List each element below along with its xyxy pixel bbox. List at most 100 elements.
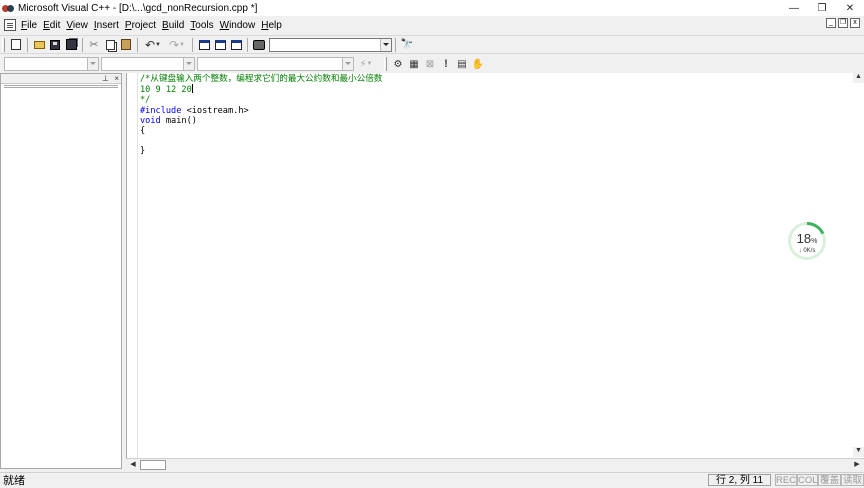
- code-line: ​: [140, 136, 382, 146]
- status-bar: 就绪 行 2, 列 11 REC COL 覆盖 读取: [0, 472, 864, 487]
- menu-file[interactable]: File: [18, 20, 40, 31]
- menu-view[interactable]: View: [63, 20, 91, 31]
- hand-icon: ✋: [471, 58, 485, 70]
- code-text-span: }: [140, 146, 146, 157]
- menu-build[interactable]: Build: [159, 20, 187, 31]
- chevron-down-icon[interactable]: [342, 58, 353, 70]
- toolbar-separator: [137, 37, 138, 52]
- copy-button[interactable]: [103, 38, 117, 52]
- code-line: */: [140, 95, 382, 105]
- workspace-toggle-button[interactable]: [197, 38, 211, 52]
- workspace-grip[interactable]: [4, 85, 118, 88]
- compile-button[interactable]: ⚙: [391, 57, 405, 71]
- stop-build-button[interactable]: ⊠: [423, 57, 437, 71]
- doc-minimize-button[interactable]: _: [826, 18, 836, 28]
- menu-window[interactable]: Window: [217, 20, 259, 31]
- menu-insert[interactable]: Insert: [91, 20, 122, 31]
- members-combo[interactable]: [197, 57, 354, 71]
- code-text-span: main(): [160, 115, 197, 126]
- wand-icon: ⚡: [359, 58, 367, 70]
- keyword-text: void: [140, 115, 161, 126]
- find-combo[interactable]: [269, 37, 392, 52]
- close-icon[interactable]: ×: [114, 74, 119, 83]
- undo-icon: ↶: [144, 37, 156, 52]
- chevron-down-icon[interactable]: [380, 38, 391, 51]
- chevron-down-icon[interactable]: [87, 58, 98, 70]
- code-line: }: [140, 146, 382, 156]
- go-button[interactable]: ▤: [455, 57, 469, 71]
- document-icon[interactable]: [4, 19, 16, 31]
- find-in-files-button[interactable]: [252, 38, 266, 52]
- text-caret: [191, 84, 193, 94]
- exclamation-icon: !: [444, 58, 448, 70]
- code-line: #include <iostream.h>: [140, 106, 382, 116]
- code-text-span: {: [140, 126, 146, 137]
- windows-icon: [230, 39, 242, 50]
- code-line: {: [140, 126, 382, 136]
- chevron-down-icon: ▼: [366, 61, 373, 67]
- save-icon: [50, 39, 60, 50]
- status-rec: REC: [775, 474, 797, 486]
- breakpoint-button[interactable]: ✋: [471, 57, 485, 71]
- code-text-span: <iostream.h>: [181, 105, 249, 116]
- close-button[interactable]: ✕: [836, 0, 864, 16]
- save-all-button[interactable]: [64, 38, 78, 52]
- editor-gutter[interactable]: [127, 73, 138, 458]
- workspace-panel[interactable]: ⊥ ×: [0, 73, 122, 469]
- status-col: COL: [797, 474, 818, 486]
- toolbar-grip[interactable]: [2, 37, 5, 52]
- cut-button[interactable]: ✂: [87, 38, 101, 52]
- find-button[interactable]: 🔭: [400, 38, 414, 52]
- menu-tools[interactable]: Tools: [187, 20, 216, 31]
- toolbar-grip[interactable]: [384, 57, 387, 71]
- new-text-file-button[interactable]: [9, 38, 23, 52]
- paste-button[interactable]: [119, 38, 133, 52]
- status-read: 读取: [841, 474, 864, 486]
- restore-button[interactable]: ❐: [808, 0, 836, 16]
- filter-combo[interactable]: [101, 57, 195, 71]
- keyword-text: #include: [140, 105, 182, 116]
- output-toggle-button[interactable]: [213, 38, 227, 52]
- menu-project[interactable]: Project: [122, 20, 159, 31]
- menu-bar: File Edit View Insert Project Build Tool…: [0, 17, 864, 33]
- go-debug-icon: ▤: [457, 58, 467, 70]
- comment-text: 10 9 12 20: [140, 85, 192, 96]
- scroll-thumb[interactable]: [140, 460, 166, 470]
- scroll-up-button[interactable]: ▲: [853, 73, 864, 83]
- save-all-icon: [65, 39, 77, 50]
- horizontal-scrollbar[interactable]: ◀ ▶: [126, 458, 864, 470]
- window-list-button[interactable]: [229, 38, 243, 52]
- undo-button[interactable]: ↶ ▼: [142, 38, 164, 52]
- toolbar-separator: [192, 37, 193, 52]
- redo-button[interactable]: ↷ ▼: [166, 38, 188, 52]
- network-speed-widget[interactable]: 18% ↓ 0K/s: [788, 222, 826, 260]
- menu-help[interactable]: Help: [258, 20, 285, 31]
- toolbar-separator: [395, 37, 396, 52]
- wizard-action-button[interactable]: ⚡ ▼: [355, 57, 377, 71]
- code-line: 10 9 12 20: [140, 84, 382, 95]
- open-button[interactable]: [32, 38, 46, 52]
- scroll-left-button[interactable]: ◀: [128, 460, 138, 470]
- doc-restore-button[interactable]: ❐: [838, 18, 848, 28]
- output-window-icon: [214, 39, 226, 50]
- build-button[interactable]: ▦: [407, 57, 421, 71]
- cursor-position: 行 2, 列 11: [708, 474, 771, 486]
- chevron-down-icon[interactable]: [183, 58, 194, 70]
- execute-button[interactable]: !: [439, 57, 453, 71]
- minimize-button[interactable]: —: [780, 0, 808, 16]
- scroll-down-button[interactable]: ▼: [853, 447, 864, 457]
- folder-open-icon: [33, 40, 45, 49]
- class-combo[interactable]: [4, 57, 99, 71]
- code-editor[interactable]: /*从键盘输入两个整数，编程求它们的最大公约数和最小公倍数 10 9 12 20 *…: [126, 73, 864, 458]
- menu-edit[interactable]: Edit: [40, 20, 63, 31]
- compile-icon: ⚙: [393, 58, 403, 70]
- code-text[interactable]: /*从键盘输入两个整数，编程求它们的最大公约数和最小公倍数 10 9 12 20 *…: [140, 74, 382, 157]
- visual-cpp-app-icon[interactable]: [2, 3, 15, 14]
- doc-close-button[interactable]: x: [850, 18, 860, 28]
- binoculars-icon: 🔭: [400, 39, 414, 50]
- scroll-right-button[interactable]: ▶: [852, 460, 862, 470]
- paste-icon: [121, 39, 131, 50]
- toolbar-separator: [82, 37, 83, 52]
- pin-icon[interactable]: ⊥: [102, 74, 109, 83]
- save-button[interactable]: [48, 38, 62, 52]
